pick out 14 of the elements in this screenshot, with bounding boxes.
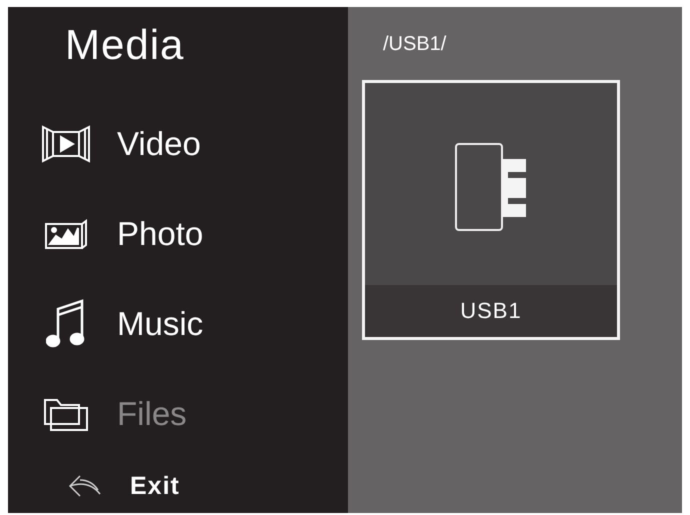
video-icon <box>40 124 90 164</box>
usb-drive-tile[interactable]: USB1 <box>362 80 620 340</box>
folder-path: /USB1/ <box>383 33 446 56</box>
folder-icon <box>42 396 88 432</box>
picture-icon <box>44 218 88 250</box>
menu-item[interactable]: Music <box>115 305 204 344</box>
back-arrow-icon <box>68 474 102 498</box>
exit-button[interactable]: Exit <box>130 472 180 501</box>
menu-item[interactable]: Photo <box>115 215 204 254</box>
menu-title: Media <box>65 21 184 68</box>
menu-item[interactable]: Video <box>115 125 201 164</box>
usb-drive-icon <box>455 143 527 233</box>
menu-item[interactable]: Files <box>115 395 187 434</box>
music-note-icon <box>46 299 86 350</box>
